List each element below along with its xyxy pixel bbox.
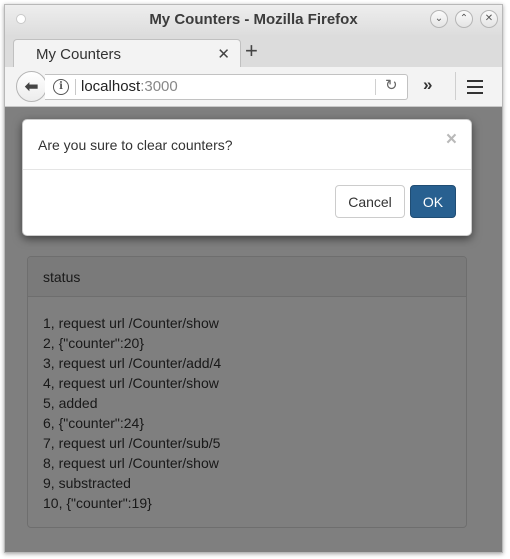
url-divider-right	[375, 79, 376, 95]
browser-window: My Counters - Mozilla Firefox ⌄ ⌃ ✕ My C…	[4, 4, 503, 553]
new-tab-button[interactable]: +	[245, 40, 258, 62]
url-host: localhost	[81, 78, 141, 95]
hamburger-menu-icon[interactable]	[467, 80, 483, 94]
cancel-button[interactable]: Cancel	[335, 185, 405, 218]
dialog-footer: Cancel OK	[23, 170, 471, 234]
maximize-button[interactable]: ⌃	[455, 10, 473, 28]
close-icon[interactable]: ×	[446, 129, 457, 151]
page-content: status 1, request url /Counter/show 2, {…	[5, 107, 502, 552]
reload-icon[interactable]: ↻	[385, 76, 398, 94]
back-arrow-icon[interactable]: ⬅	[16, 71, 47, 102]
tab-my-counters[interactable]: My Counters ✕	[13, 39, 241, 68]
window-title: My Counters - Mozilla Firefox	[149, 11, 358, 28]
confirm-dialog: Are you sure to clear counters? × Cancel…	[22, 119, 472, 236]
dialog-header: Are you sure to clear counters? ×	[23, 120, 471, 170]
overflow-chevron-icon[interactable]: »	[423, 75, 432, 95]
url-port: :3000	[140, 78, 178, 95]
nav-bar: ⬅ i localhost:3000 ↻ »	[5, 67, 502, 107]
tab-close-icon[interactable]: ✕	[217, 45, 230, 63]
ok-button[interactable]: OK	[410, 185, 456, 218]
tab-title: My Counters	[36, 46, 122, 63]
url-divider	[75, 79, 76, 95]
info-icon[interactable]: i	[53, 79, 69, 95]
url-text[interactable]: localhost:3000	[81, 78, 178, 95]
close-window-button[interactable]: ✕	[480, 10, 498, 28]
toolbar-divider	[455, 72, 456, 100]
title-bar: My Counters - Mozilla Firefox ⌄ ⌃ ✕	[5, 5, 502, 35]
minimize-button[interactable]: ⌄	[430, 10, 448, 28]
tab-strip: My Counters ✕ +	[5, 35, 502, 68]
dialog-message: Are you sure to clear counters?	[38, 137, 233, 153]
url-bar[interactable]: i localhost:3000 ↻	[45, 74, 408, 100]
